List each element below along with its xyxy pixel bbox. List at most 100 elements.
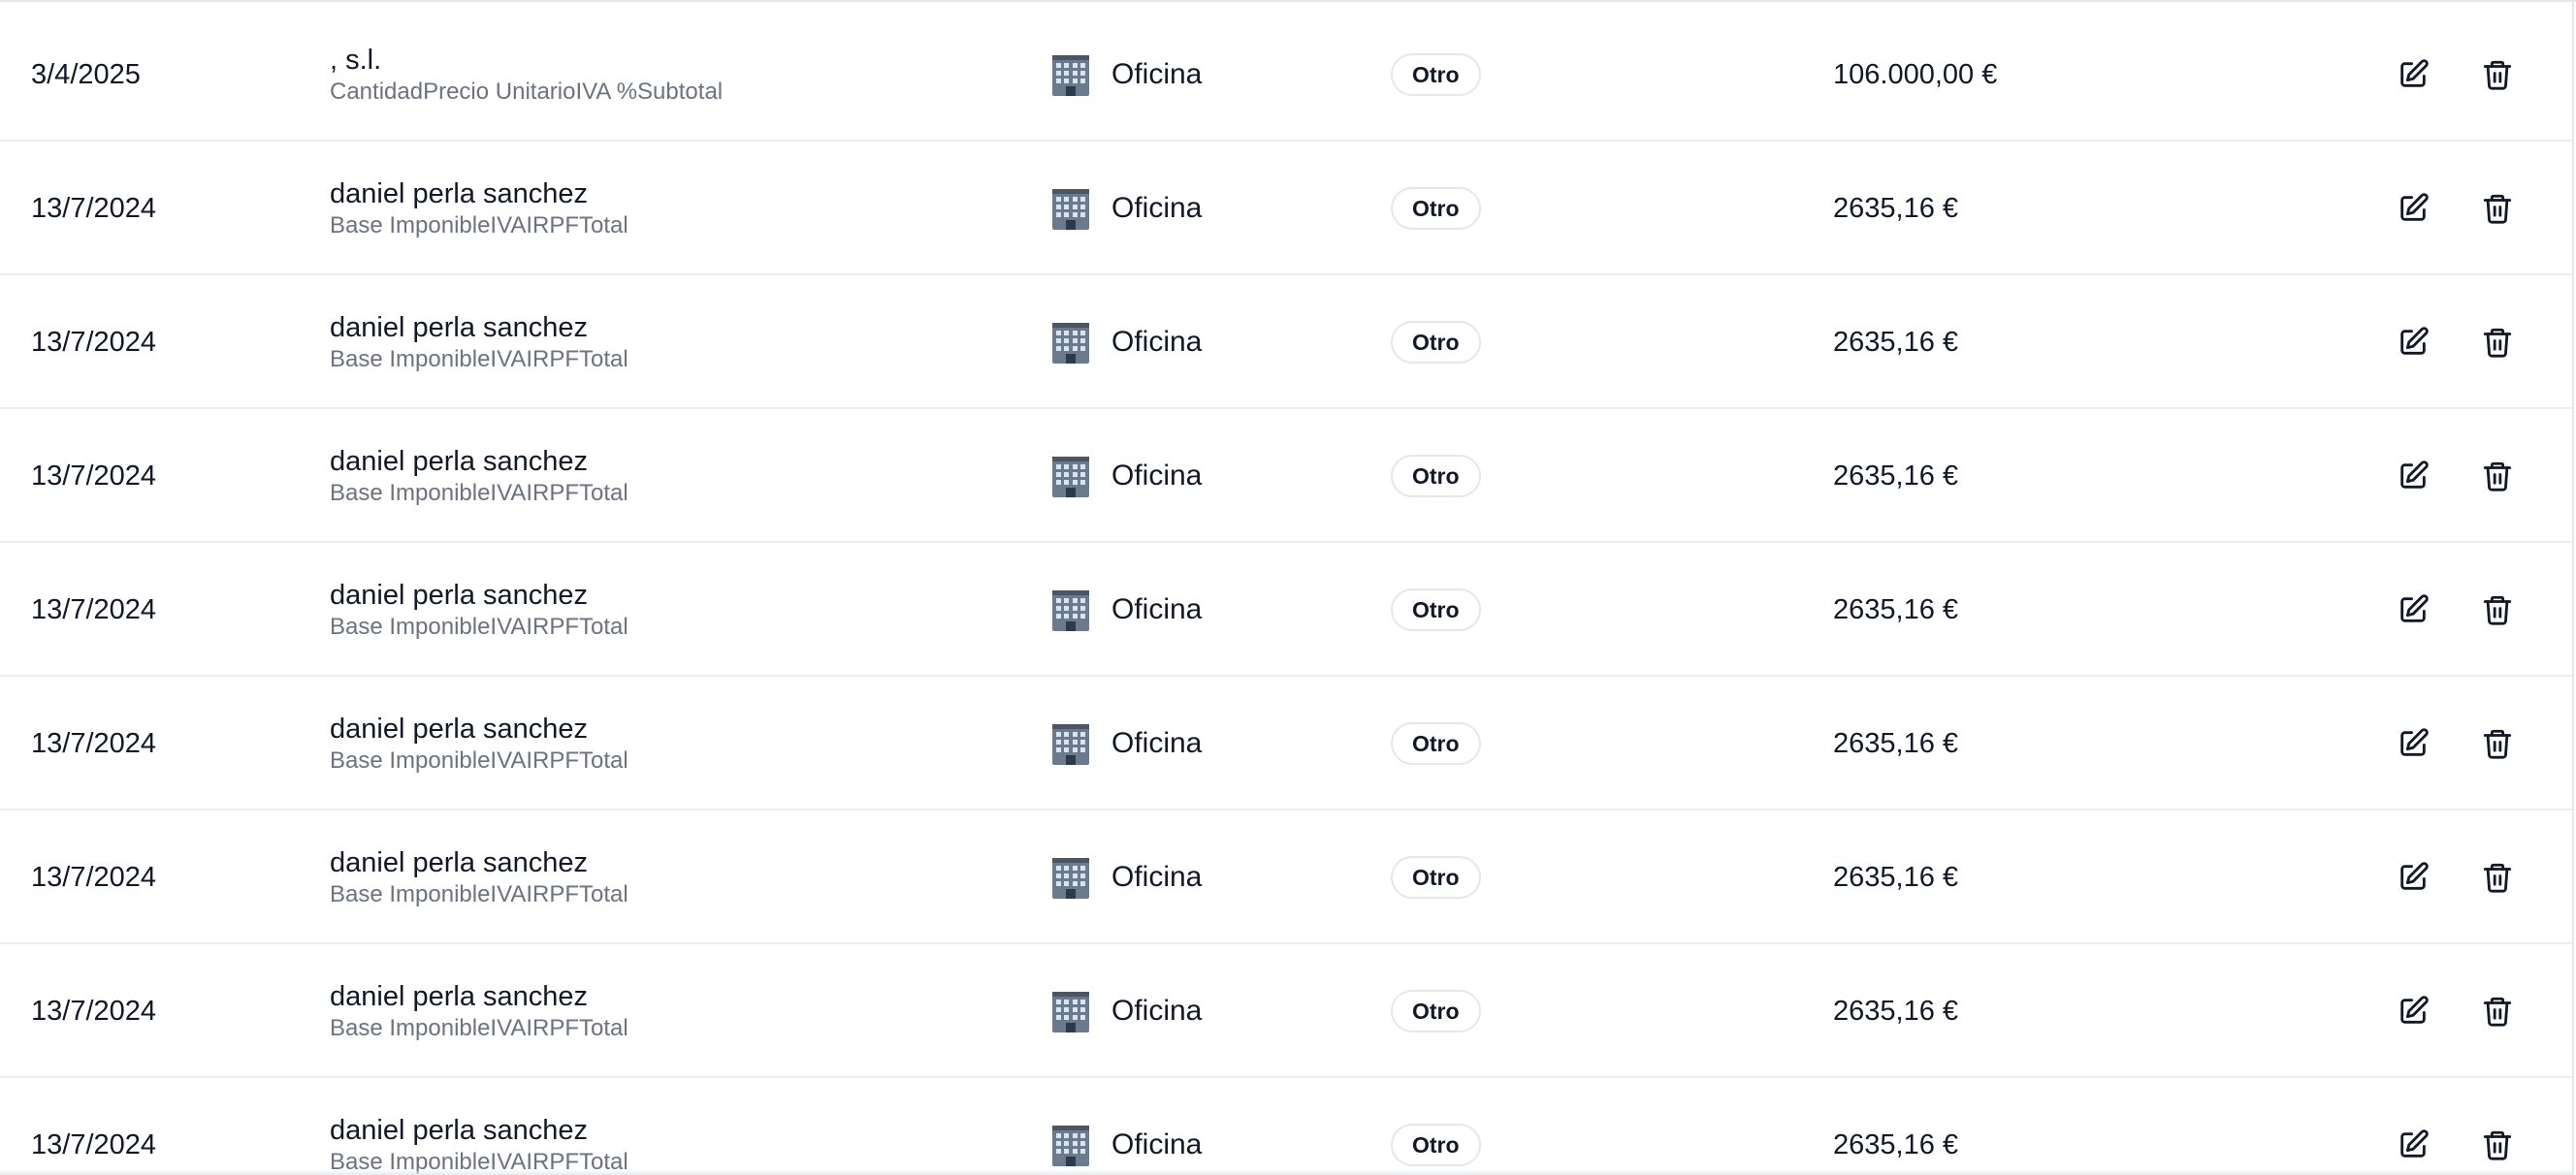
edit-button[interactable] — [2392, 321, 2434, 364]
edit-button[interactable] — [2392, 588, 2434, 631]
table-row[interactable]: 13/7/2024 daniel perla sanchez Base Impo… — [0, 543, 2572, 677]
edit-button[interactable] — [2392, 455, 2434, 497]
row-client-description: Base ImponibleIVAIRPFTotal — [330, 480, 628, 506]
row-client-cell: daniel perla sanchez Base ImponibleIVAIR… — [330, 142, 628, 275]
row-amount: 2635,16 € — [1833, 1128, 1959, 1160]
row-client-cell: daniel perla sanchez Base ImponibleIVAIR… — [330, 409, 628, 543]
trash-icon — [2483, 328, 2512, 358]
edit-button[interactable] — [2392, 53, 2434, 96]
delete-button[interactable] — [2476, 856, 2519, 899]
row-amount: 2635,16 € — [1833, 460, 1959, 492]
type-badge: Otro — [1391, 1124, 1481, 1166]
delete-button[interactable] — [2476, 455, 2519, 497]
row-actions — [2392, 142, 2519, 275]
row-type-cell: Otro — [1391, 677, 1481, 810]
office-building-icon — [1051, 721, 1090, 766]
type-badge: Otro — [1391, 455, 1481, 497]
delete-button[interactable] — [2476, 722, 2519, 765]
row-amount: 2635,16 € — [1833, 995, 1959, 1027]
row-type-cell: Otro — [1391, 142, 1481, 275]
delete-button[interactable] — [2476, 187, 2519, 230]
type-badge: Otro — [1391, 53, 1481, 96]
edit-button[interactable] — [2392, 722, 2434, 765]
office-building-icon — [1051, 52, 1090, 97]
table-row[interactable]: 13/7/2024 daniel perla sanchez Base Impo… — [0, 142, 2572, 275]
type-badge: Otro — [1391, 990, 1481, 1032]
row-client-name: daniel perla sanchez — [330, 714, 589, 745]
table-row[interactable]: 13/7/2024 daniel perla sanchez Base Impo… — [0, 810, 2572, 944]
row-actions — [2392, 677, 2519, 810]
row-category-cell: Oficina — [1051, 1078, 1202, 1175]
row-actions — [2392, 944, 2519, 1078]
row-category-label: Oficina — [1111, 58, 1203, 90]
table-row[interactable]: 13/7/2024 daniel perla sanchez Base Impo… — [0, 1078, 2572, 1175]
row-actions — [2392, 543, 2519, 677]
row-type-cell: Otro — [1391, 944, 1481, 1078]
row-actions — [2392, 409, 2519, 543]
row-date: 13/7/2024 — [31, 460, 157, 492]
row-client-description: Base ImponibleIVAIRPFTotal — [330, 881, 628, 907]
edit-button[interactable] — [2392, 856, 2434, 899]
trash-icon — [2483, 194, 2512, 224]
row-category-label: Oficina — [1111, 861, 1203, 893]
row-client-name: daniel perla sanchez — [330, 1115, 589, 1146]
row-category-cell: Oficina — [1051, 944, 1202, 1078]
trash-icon — [2483, 1130, 2512, 1160]
row-date: 13/7/2024 — [31, 995, 157, 1027]
row-date: 13/7/2024 — [31, 192, 157, 224]
row-type-cell: Otro — [1391, 8, 1481, 142]
trash-icon — [2483, 997, 2512, 1027]
row-category-label: Oficina — [1111, 593, 1203, 625]
table-row[interactable]: 13/7/2024 daniel perla sanchez Base Impo… — [0, 677, 2572, 810]
edit-icon — [2400, 327, 2429, 355]
edit-icon — [2400, 59, 2429, 87]
row-client-cell: daniel perla sanchez Base ImponibleIVAIR… — [330, 944, 628, 1078]
edit-icon — [2400, 862, 2429, 890]
edit-icon — [2400, 193, 2429, 221]
row-client-name: daniel perla sanchez — [330, 446, 589, 477]
row-category-cell: Oficina — [1051, 8, 1202, 142]
edit-button[interactable] — [2392, 1124, 2434, 1166]
table-row[interactable]: 13/7/2024 daniel perla sanchez Base Impo… — [0, 409, 2572, 543]
type-badge: Otro — [1391, 856, 1481, 899]
row-type-cell: Otro — [1391, 275, 1481, 409]
delete-button[interactable] — [2476, 588, 2519, 631]
row-category-label: Oficina — [1111, 192, 1203, 224]
row-client-cell: daniel perla sanchez Base ImponibleIVAIR… — [330, 275, 628, 409]
edit-icon — [2400, 1129, 2429, 1158]
row-client-name: daniel perla sanchez — [330, 178, 589, 209]
table-row[interactable]: 13/7/2024 daniel perla sanchez Base Impo… — [0, 275, 2572, 409]
row-amount: 2635,16 € — [1833, 861, 1959, 893]
delete-button[interactable] — [2476, 321, 2519, 364]
delete-button[interactable] — [2476, 53, 2519, 96]
row-category-label: Oficina — [1111, 995, 1203, 1027]
delete-button[interactable] — [2476, 990, 2519, 1032]
table-row[interactable]: 3/4/2025 , s.l. CantidadPrecio UnitarioI… — [0, 8, 2572, 142]
table-row[interactable]: 13/7/2024 daniel perla sanchez Base Impo… — [0, 944, 2572, 1078]
row-category-cell: Oficina — [1051, 677, 1202, 810]
trash-icon — [2483, 863, 2512, 893]
row-client-description: Base ImponibleIVAIRPFTotal — [330, 1015, 628, 1041]
row-date: 13/7/2024 — [31, 326, 157, 358]
row-client-description: Base ImponibleIVAIRPFTotal — [330, 346, 628, 372]
row-amount: 2635,16 € — [1833, 727, 1959, 759]
row-category-cell: Oficina — [1051, 543, 1202, 677]
row-amount: 2635,16 € — [1833, 593, 1959, 625]
row-date: 13/7/2024 — [31, 1128, 157, 1160]
row-type-cell: Otro — [1391, 1078, 1481, 1175]
row-client-cell: daniel perla sanchez Base ImponibleIVAIR… — [330, 810, 628, 944]
edit-button[interactable] — [2392, 990, 2434, 1032]
row-client-name: daniel perla sanchez — [330, 312, 589, 343]
row-actions — [2392, 275, 2519, 409]
row-client-cell: daniel perla sanchez Base ImponibleIVAIR… — [330, 543, 628, 677]
trash-icon — [2483, 595, 2512, 625]
row-actions — [2392, 1078, 2519, 1175]
delete-button[interactable] — [2476, 1124, 2519, 1166]
row-client-cell: daniel perla sanchez Base ImponibleIVAIR… — [330, 677, 628, 810]
trash-icon — [2483, 729, 2512, 759]
edit-button[interactable] — [2392, 187, 2434, 230]
row-date: 3/4/2025 — [31, 58, 141, 90]
scroll-fade — [0, 1169, 2572, 1175]
edit-icon — [2400, 728, 2429, 756]
row-client-name: daniel perla sanchez — [330, 580, 589, 611]
